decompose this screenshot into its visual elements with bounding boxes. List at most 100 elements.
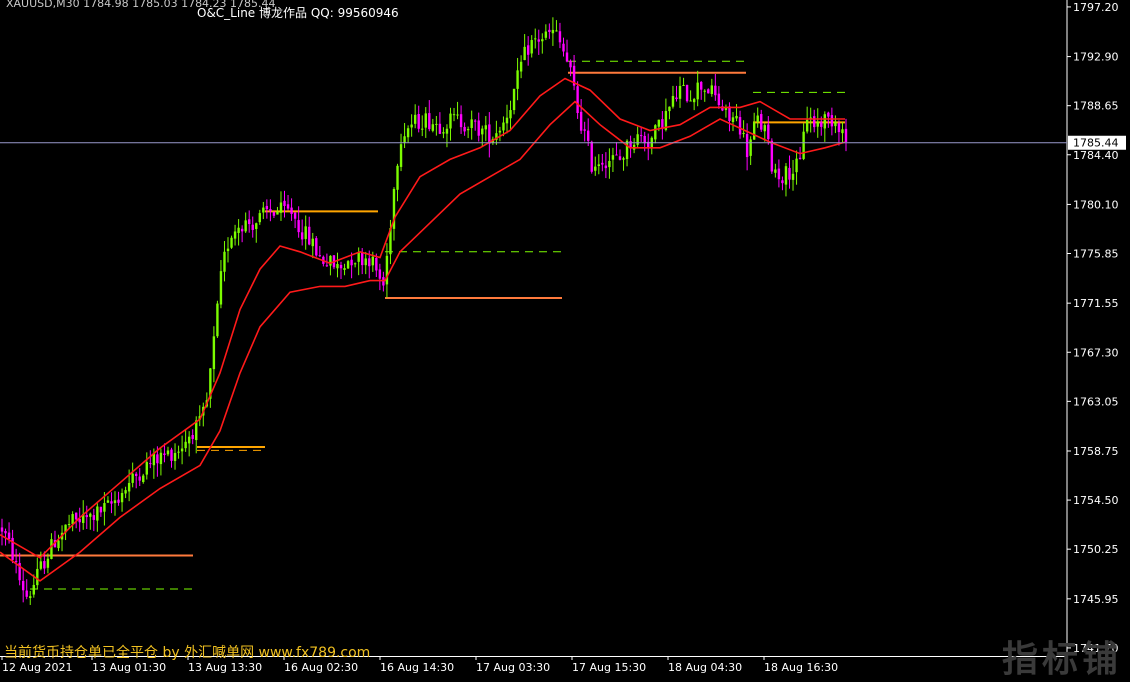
bull-candle [230, 237, 233, 248]
bull-candle [219, 271, 223, 305]
bear-candle [361, 253, 364, 266]
bear-candle [378, 269, 382, 279]
bull-candle [106, 500, 110, 503]
bull-candle [255, 223, 258, 230]
bull-candle [258, 213, 261, 223]
bear-candle [325, 265, 329, 267]
bull-candle [304, 226, 307, 239]
bull-candle [823, 114, 827, 129]
bear-candle [318, 255, 322, 257]
bull-candle [534, 38, 537, 40]
bull-candle [449, 113, 452, 129]
bear-candle [428, 113, 431, 130]
bear-candle [149, 463, 152, 465]
bull-candle [184, 441, 187, 449]
bear-candle [639, 135, 643, 137]
bear-candle [558, 31, 562, 43]
bull-candle [841, 129, 844, 134]
bull-candle [692, 99, 696, 103]
price-tick-label: 1745.95 [1073, 593, 1119, 606]
bull-candle [509, 110, 512, 119]
bear-candle [474, 120, 477, 122]
bull-candle [668, 106, 671, 112]
bear-candle [820, 121, 823, 127]
bear-candle [583, 129, 586, 131]
bull-candle [749, 139, 752, 156]
bear-candle [163, 453, 166, 456]
bull-candle [452, 114, 456, 116]
bull-candle [654, 125, 657, 140]
bear-candle [463, 126, 466, 132]
bull-candle [57, 540, 60, 549]
bear-candle [770, 140, 774, 172]
bull-candle [724, 108, 728, 110]
bull-candle [103, 503, 106, 512]
bear-candle [604, 165, 608, 169]
bear-candle [576, 86, 579, 114]
bull-candle [173, 452, 177, 462]
bull-candle [421, 128, 424, 130]
bear-candle [548, 29, 551, 32]
bear-candle [265, 205, 269, 210]
bull-candle [735, 115, 738, 119]
price-tick-label: 1750.25 [1073, 543, 1119, 556]
bull-candle [470, 119, 473, 129]
bull-candle [159, 452, 163, 465]
bull-candle [502, 122, 505, 131]
bear-candle [368, 258, 371, 267]
bull-candle [523, 46, 526, 61]
footer-message: 当前货币持仓单已全平仓 by 外汇喊单网 www.fx789.com [4, 645, 371, 661]
bull-candle [594, 166, 597, 171]
bull-candle [696, 82, 699, 100]
time-tick-label: 16 Aug 14:30 [380, 661, 454, 674]
bear-candle [714, 85, 717, 96]
bear-candle [777, 168, 781, 180]
bear-candle [738, 117, 742, 135]
bull-candle [244, 220, 247, 232]
bear-candle [587, 130, 590, 141]
bull-candle [657, 119, 661, 127]
bear-candle [569, 60, 572, 68]
bear-candle [315, 238, 318, 256]
bear-candle [14, 560, 18, 562]
bull-candle [435, 123, 438, 125]
bull-candle [710, 85, 714, 95]
bear-candle [92, 515, 96, 520]
bull-candle [756, 115, 759, 122]
time-tick-label: 13 Aug 01:30 [92, 661, 166, 674]
time-tick-label: 12 Aug 2021 [2, 661, 72, 674]
bear-candle [21, 581, 25, 591]
bull-candle [784, 166, 788, 185]
bull-candle [346, 261, 350, 269]
bull-candle [127, 482, 131, 492]
bull-candle [311, 238, 314, 247]
bull-candle [216, 303, 219, 337]
bull-candle [336, 263, 339, 269]
price-chart[interactable]: 1797.20 1792.90 1788.65 1784.40 1780.10 1775.… [0, 0, 1130, 678]
bull-candle [29, 596, 32, 598]
bull-candle [795, 158, 798, 173]
bull-candle [731, 117, 735, 122]
bear-candle [339, 264, 343, 269]
bear-candle [459, 114, 463, 128]
current-price-value: 1785.44 [1073, 137, 1119, 150]
bull-candle [226, 248, 230, 252]
indicator-header: O&C_Line 博龙作品 QQ: 99560946 [197, 6, 399, 20]
bear-candle [417, 114, 420, 129]
bear-candle [4, 530, 7, 534]
bull-candle [223, 251, 226, 272]
time-tick-label: 17 Aug 03:30 [476, 661, 550, 674]
bull-candle [816, 121, 819, 127]
bull-candle [519, 61, 523, 72]
bull-candle [774, 169, 777, 173]
bear-candle [300, 232, 304, 240]
bull-candle [431, 124, 435, 131]
bear-candle [99, 506, 103, 513]
bull-candle [279, 202, 283, 213]
time-tick-label: 13 Aug 13:30 [188, 661, 262, 674]
bear-candle [798, 157, 802, 159]
bull-candle [233, 231, 237, 239]
bull-candle [50, 539, 53, 559]
bear-candle [85, 515, 88, 518]
bull-candle [142, 475, 145, 483]
